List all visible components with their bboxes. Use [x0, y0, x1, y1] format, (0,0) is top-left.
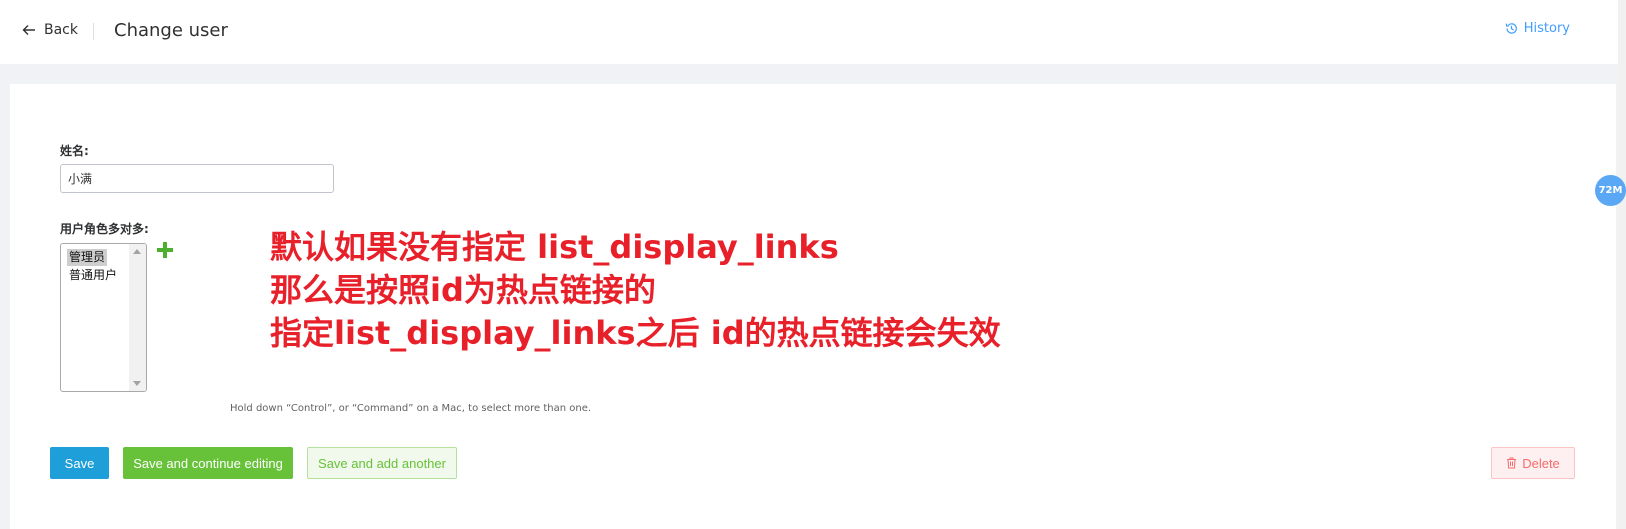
scroll-up-arrow-icon[interactable]: [133, 249, 141, 254]
back-link[interactable]: Back: [22, 22, 78, 38]
history-icon: [1505, 23, 1517, 34]
roles-label: 用户角色多对多:: [60, 222, 149, 236]
history-link[interactable]: History: [1505, 21, 1570, 36]
annotation-line-3: 指定list_display_links之后 id的热点链接会失效: [270, 314, 1001, 352]
annotation-line-1: 默认如果没有指定 list_display_links: [270, 228, 839, 266]
annotation-line-2: 那么是按照id为热点链接的: [270, 271, 656, 309]
arrow-left-icon: [22, 25, 35, 35]
trash-icon: [1507, 457, 1517, 469]
plus-icon[interactable]: [156, 241, 174, 259]
save-add-another-button[interactable]: Save and add another: [307, 447, 457, 479]
roles-multi-select[interactable]: 管理员 普通用户: [60, 243, 147, 392]
header-divider: [93, 23, 94, 40]
name-input[interactable]: [60, 164, 334, 193]
scroll-down-arrow-icon[interactable]: [133, 381, 141, 386]
page-title: Change user: [114, 20, 228, 41]
select-scrollbar[interactable]: [129, 244, 146, 391]
history-label: History: [1523, 21, 1570, 36]
role-option-normal-user[interactable]: 普通用户: [67, 267, 119, 284]
save-continue-button[interactable]: Save and continue editing: [123, 447, 293, 479]
top-bar: Back Change user History: [0, 0, 1626, 64]
role-option-admin[interactable]: 管理员: [67, 249, 108, 266]
page-scrollbar[interactable]: [1618, 0, 1626, 529]
name-label: 姓名:: [60, 144, 89, 158]
delete-button[interactable]: Delete: [1491, 447, 1575, 479]
back-label: Back: [44, 22, 78, 38]
save-button[interactable]: Save: [50, 447, 109, 479]
memory-badge[interactable]: 72M: [1595, 175, 1626, 206]
delete-label: Delete: [1522, 455, 1560, 471]
help-text: Hold down “Control”, or “Command” on a M…: [230, 403, 592, 414]
